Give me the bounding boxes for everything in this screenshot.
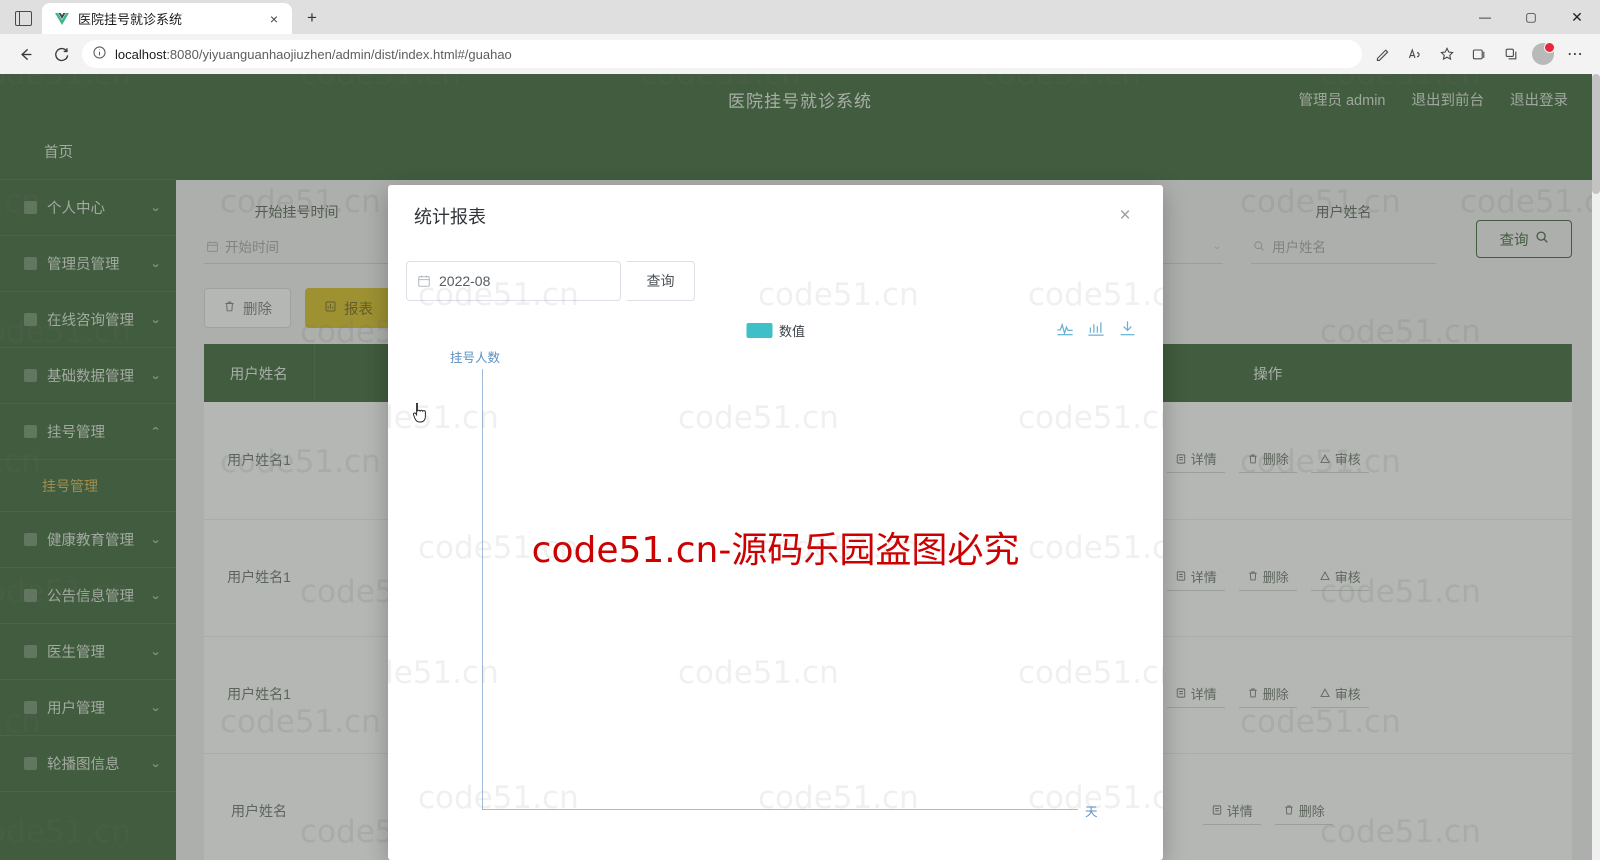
legend-label: 数值 [778, 324, 806, 339]
favorite-star-icon[interactable] [1432, 39, 1462, 69]
mouse-cursor [412, 403, 426, 423]
browser-window: 医院挂号就诊系统 × + — ▢ ✕ localhost:8080/yiyuan… [0, 0, 1600, 860]
modal-header: 统计报表 × [388, 185, 1163, 247]
line-chart-icon[interactable] [1056, 319, 1075, 338]
profile-avatar[interactable] [1528, 39, 1558, 69]
download-icon[interactable] [1118, 319, 1137, 338]
minimize-button[interactable]: — [1462, 0, 1508, 34]
url-host: localhost [115, 46, 167, 62]
vue-logo-icon [54, 11, 70, 27]
scrollbar-thumb[interactable] [1592, 74, 1600, 194]
browser-essentials-icon[interactable] [1496, 39, 1526, 69]
bar-chart-icon[interactable] [1087, 319, 1106, 338]
address-bar[interactable]: localhost:8080/yiyuanguanhaojiuzhen/admi… [82, 40, 1362, 68]
tab-search-icon[interactable] [4, 2, 42, 34]
read-aloud-icon[interactable] [1400, 39, 1430, 69]
chart-legend[interactable]: 数值 [745, 321, 806, 340]
reload-icon[interactable] [46, 39, 76, 69]
tab-strip: 医院挂号就诊系统 × + — ▢ ✕ [0, 0, 1600, 34]
modal-toolbar: 2022-08 查询 [388, 247, 1163, 301]
chart-x-axis-label: 天 [1085, 805, 1098, 819]
browser-navbar: localhost:8080/yiyuanguanhaojiuzhen/admi… [0, 34, 1600, 74]
maximize-button[interactable]: ▢ [1508, 0, 1554, 34]
chart-y-axis [482, 369, 483, 809]
window-close-button[interactable]: ✕ [1554, 0, 1600, 34]
statistics-report-modal: 统计报表 × 2022-08 查询 数值 挂号人数 天 code51.cn-源码… [388, 185, 1163, 860]
close-icon[interactable]: × [1113, 204, 1137, 228]
site-info-icon[interactable] [92, 45, 107, 63]
modal-title: 统计报表 [414, 207, 486, 227]
chart-x-axis [482, 809, 1078, 810]
calendar-icon [417, 274, 431, 288]
legend-color-swatch [745, 323, 772, 338]
chart-container: 数值 挂号人数 天 code51.cn-源码乐园盗图必究 [388, 303, 1163, 843]
more-options-icon[interactable]: ⋯ [1560, 39, 1590, 69]
pen-icon[interactable] [1368, 39, 1398, 69]
page-scrollbar[interactable] [1592, 74, 1600, 860]
modal-query-button[interactable]: 查询 [627, 261, 695, 301]
url-path: :8080/yiyuanguanhaojiuzhen/admin/dist/in… [166, 46, 512, 62]
month-picker-value: 2022-08 [439, 273, 491, 289]
window-controls: — ▢ ✕ [1462, 0, 1600, 34]
url-text: localhost:8080/yiyuanguanhaojiuzhen/admi… [115, 47, 512, 62]
red-watermark: code51.cn-源码乐园盗图必究 [531, 530, 1020, 571]
month-picker-input[interactable]: 2022-08 [406, 261, 621, 301]
browser-actions: ⋯ [1368, 39, 1590, 69]
chart-y-axis-label: 挂号人数 [450, 351, 501, 365]
tab-close-icon[interactable]: × [264, 9, 284, 29]
new-tab-button[interactable]: + [298, 4, 326, 32]
chart-toolbox [1056, 319, 1137, 338]
back-icon[interactable] [10, 39, 40, 69]
collections-icon[interactable] [1464, 39, 1494, 69]
browser-tab[interactable]: 医院挂号就诊系统 × [42, 3, 292, 34]
tab-title: 医院挂号就诊系统 [78, 12, 183, 27]
